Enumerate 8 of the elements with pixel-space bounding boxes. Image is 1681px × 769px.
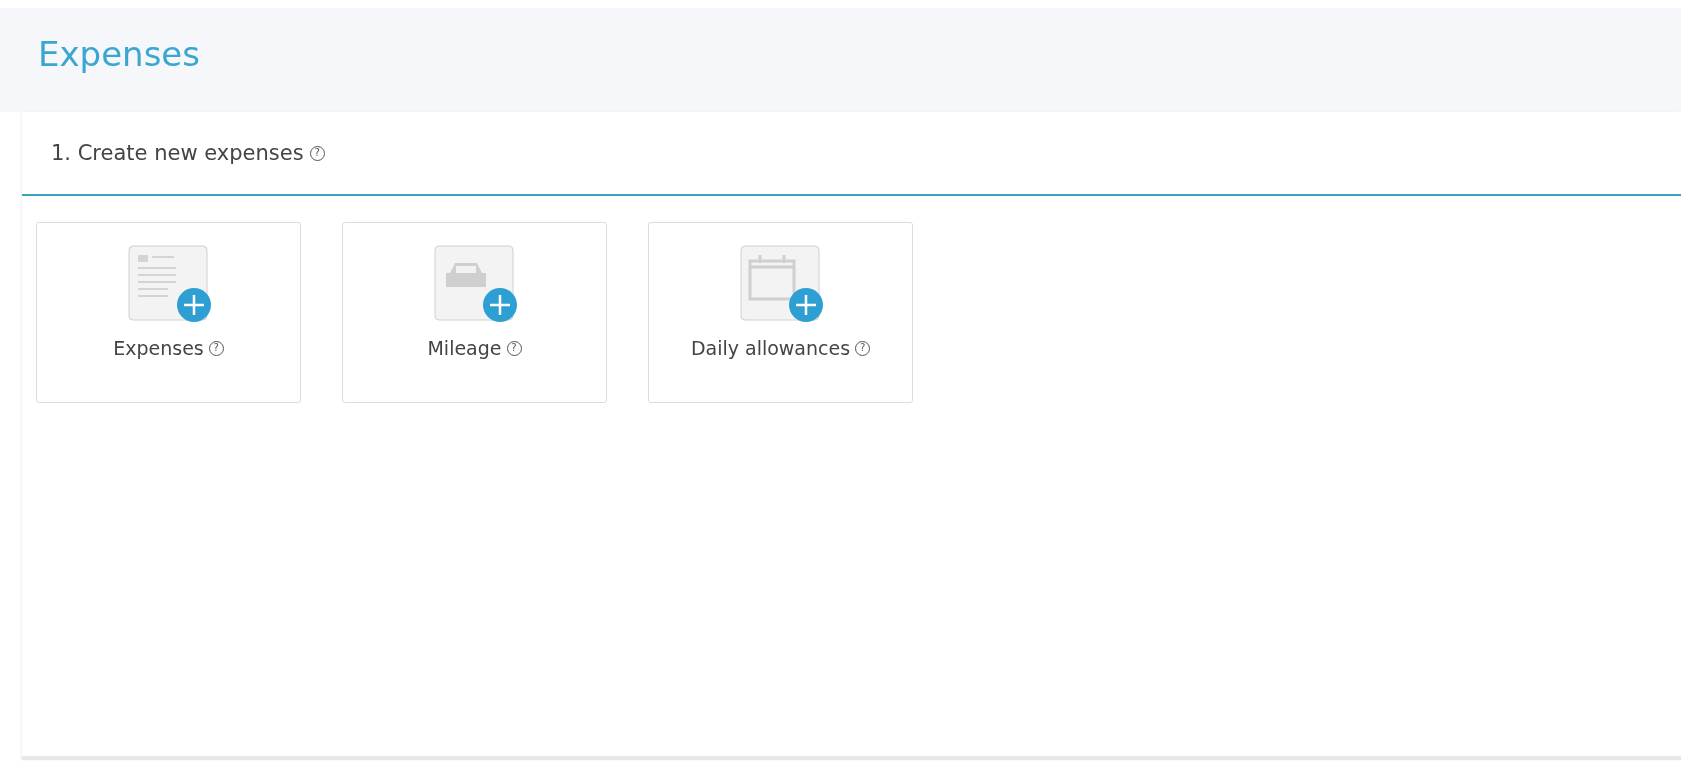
create-card[interactable]: Daily allowances ? [648,222,913,403]
page-title: Expenses [38,34,200,74]
card-label: Expenses [113,337,204,359]
create-card[interactable]: Expenses ? [36,222,301,403]
card-label: Mileage [427,337,502,359]
create-card[interactable]: Mileage ? [342,222,607,403]
section-title: 1. Create new expenses [51,141,304,165]
card-label: Daily allowances [690,337,851,359]
